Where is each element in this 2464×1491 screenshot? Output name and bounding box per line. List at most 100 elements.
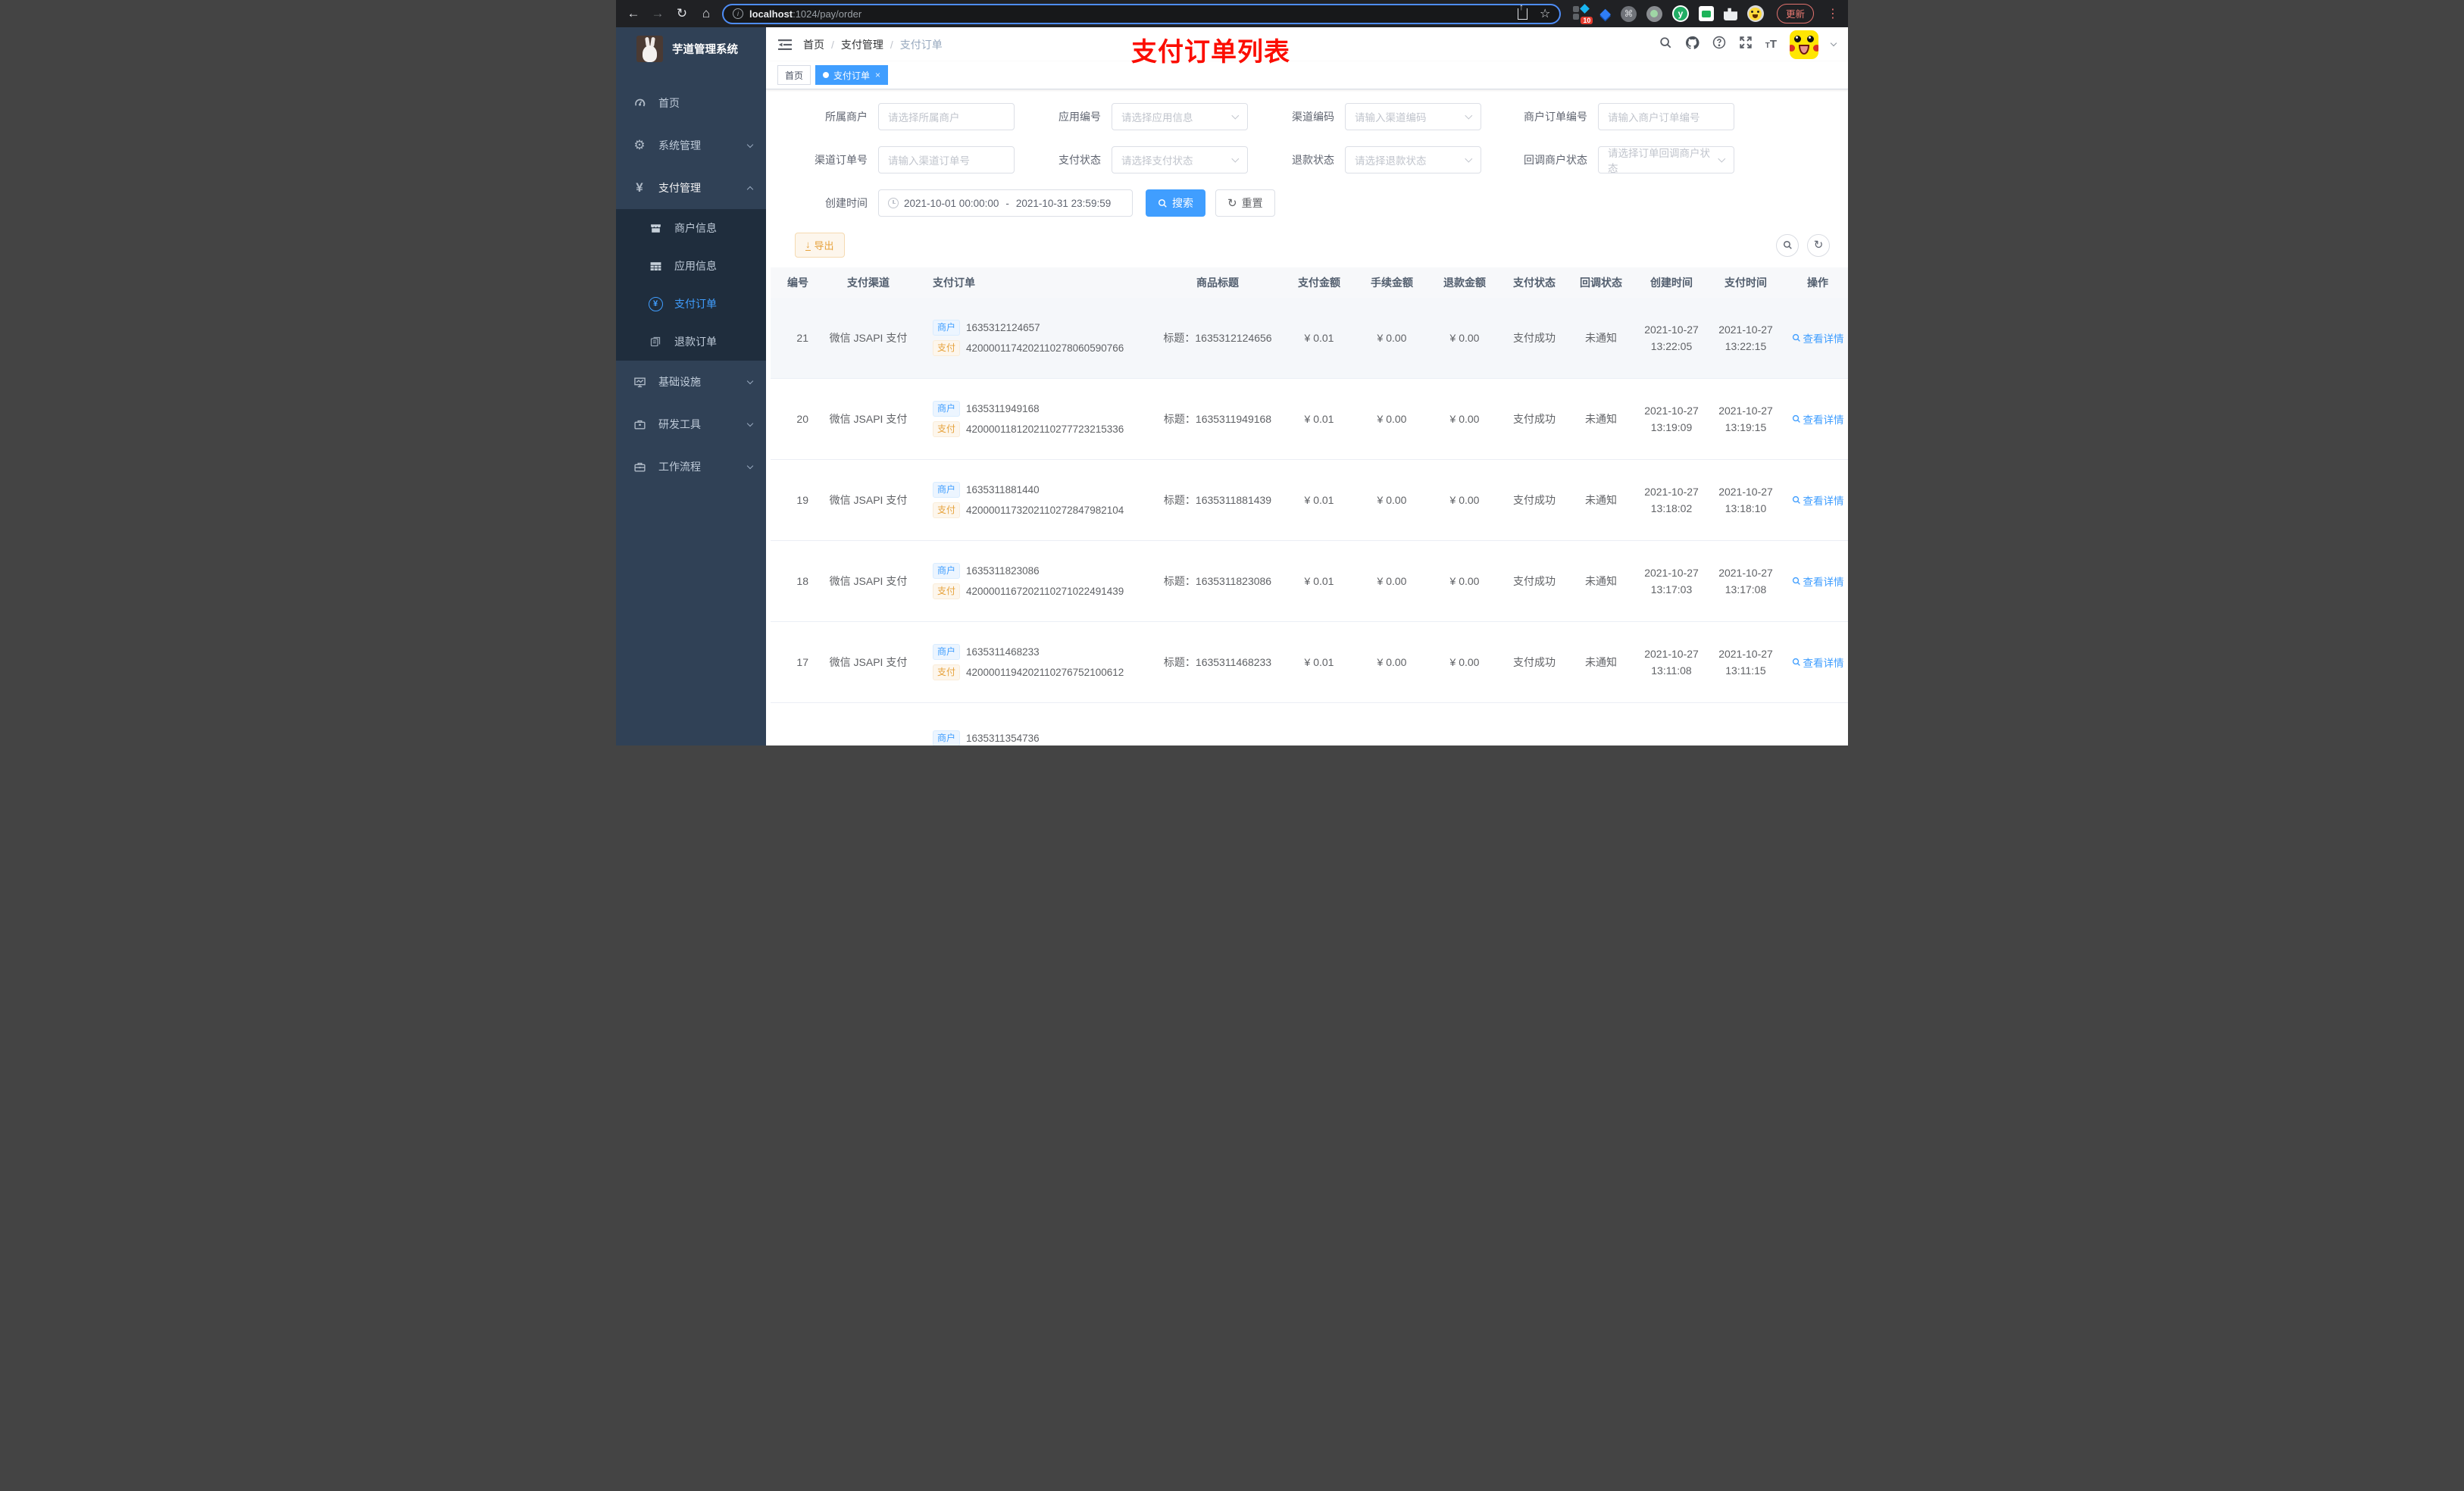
sidebar-item-infrastructure[interactable]: 基础设施: [616, 361, 766, 403]
back-icon[interactable]: ←: [625, 5, 642, 23]
chevron-down-icon: [746, 462, 754, 469]
chat-extension-icon[interactable]: [1698, 6, 1714, 21]
clock-icon: [888, 198, 899, 208]
merchant-order-no-input[interactable]: 请输入商户订单编号: [1598, 103, 1734, 130]
sidebar-item-payment[interactable]: ¥ 支付管理: [616, 167, 766, 209]
reload-icon[interactable]: ↻: [674, 5, 690, 23]
extension-icon[interactable]: 10: [1573, 4, 1593, 24]
merchant-badge: 商户: [933, 320, 961, 336]
puzzle-extensions-icon[interactable]: [1723, 8, 1737, 20]
sidebar-item-dev-tools[interactable]: 研发工具: [616, 403, 766, 445]
avatar-caret-icon[interactable]: [1830, 39, 1837, 46]
channel-order-no-input[interactable]: 请输入渠道订单号: [878, 146, 1015, 173]
pay-status: 支付成功: [1513, 494, 1556, 506]
table-row[interactable]: 17 微信 JSAPI 支付 商户 1635311468233 支付 4200001194…: [771, 622, 1848, 703]
view-detail-link[interactable]: 查看详情: [1792, 492, 1844, 508]
refresh-table-button[interactable]: ↻: [1807, 233, 1830, 257]
refund-status-select[interactable]: 请选择退款状态: [1345, 146, 1481, 173]
avatar[interactable]: [1790, 30, 1818, 59]
app-select[interactable]: 请选择应用信息: [1112, 103, 1248, 130]
pay-time: 2021-10-27 13:22:15: [1718, 323, 1773, 352]
pay-badge: 支付: [933, 502, 961, 518]
sidebar-item-home[interactable]: 首页: [616, 82, 766, 124]
toggle-search-button[interactable]: [1776, 233, 1799, 257]
chevron-down-icon: [1232, 111, 1240, 120]
kite-extension-icon[interactable]: ◆: [1599, 5, 1611, 23]
logo: 芋道管理系统: [616, 27, 766, 70]
filter-label: 创建时间: [825, 197, 868, 209]
github-icon[interactable]: [1685, 36, 1699, 54]
view-detail-link[interactable]: 查看详情: [1792, 655, 1844, 670]
search-icon[interactable]: [1659, 36, 1672, 53]
pay-order-cell: 商户 1635311881440 支付 42000011732021102728479…: [925, 478, 1152, 523]
tag-home[interactable]: 首页: [777, 65, 811, 85]
sidebar-item-system[interactable]: ⚙ 系统管理: [616, 124, 766, 167]
export-button[interactable]: ↓ 导出: [795, 233, 845, 258]
create-time-range-picker[interactable]: 2021-10-01 00:00:00 - 2021-10-31 23:59:5…: [878, 189, 1133, 217]
close-icon[interactable]: ×: [875, 70, 880, 80]
pay-status-select[interactable]: 请选择支付状态: [1112, 146, 1248, 173]
payment-submenu: 商户信息 应用信息 ¥ 支付订单 退款订单: [616, 209, 766, 361]
browser-update-button[interactable]: 更新: [1776, 4, 1814, 23]
view-detail-link[interactable]: 查看详情: [1792, 574, 1844, 589]
date-end: 2021-10-31 23:59:59: [1015, 197, 1112, 209]
share-icon[interactable]: [1518, 2, 1528, 20]
font-size-icon[interactable]: TT: [1765, 38, 1777, 51]
top-navbar: 首页 / 支付管理 / 支付订单 支付订单列表 TT: [766, 27, 1848, 67]
view-detail-link[interactable]: 查看详情: [1792, 330, 1844, 345]
chevron-down-icon: [746, 420, 754, 427]
tag-pay-order[interactable]: 支付订单 ×: [815, 65, 889, 85]
sidebar-item-pay-order[interactable]: ¥ 支付订单: [616, 285, 766, 323]
breadcrumb-home[interactable]: 首页: [803, 37, 824, 52]
browser-menu-icon[interactable]: ⋮: [1827, 6, 1839, 21]
hamburger-icon[interactable]: [778, 39, 792, 51]
search-button[interactable]: 搜索: [1146, 189, 1205, 217]
screen: ← → ↻ ⌂ i localhost:1024/pay/order ☆ 10 …: [616, 0, 1848, 746]
merchant-input[interactable]: 请选择所属商户: [878, 103, 1015, 130]
forward-icon[interactable]: →: [649, 5, 666, 23]
view-detail-link[interactable]: 查看详情: [1792, 411, 1844, 427]
sidebar-item-merchant-info[interactable]: 商户信息: [616, 209, 766, 247]
notify-status: 未通知: [1585, 575, 1617, 587]
bookmark-star-icon[interactable]: ☆: [1540, 6, 1550, 21]
breadcrumb-payment[interactable]: 支付管理: [841, 37, 883, 52]
sidebar-item-workflow[interactable]: 工作流程: [616, 445, 766, 488]
address-bar[interactable]: i localhost:1024/pay/order ☆: [722, 2, 1562, 24]
pay-channel: 微信 JSAPI 支付: [829, 332, 908, 344]
pay-amount: ¥ 0.01: [1304, 656, 1334, 668]
briefcase-icon: [632, 461, 647, 474]
channel-code-select[interactable]: 请输入渠道编码: [1345, 103, 1481, 130]
table-row[interactable]: 21 微信 JSAPI 支付 商户 1635312124657 支付 4200001174…: [771, 298, 1848, 379]
pay-status: 支付成功: [1513, 332, 1556, 344]
filter-label: 商户订单编号: [1524, 111, 1587, 123]
home-icon[interactable]: ⌂: [698, 5, 714, 23]
notify-status: 未通知: [1585, 656, 1617, 668]
command-extension-icon[interactable]: ⌘: [1620, 5, 1637, 22]
reset-button[interactable]: ↻ 重置: [1215, 189, 1275, 217]
product-title: 标题：1635311823086: [1163, 575, 1272, 587]
table-row[interactable]: 19 微信 JSAPI 支付 商户 1635311881440 支付 4200001173…: [771, 460, 1848, 541]
notify-status-select[interactable]: 请选择订单回调商户状态: [1598, 146, 1734, 174]
y-extension-icon[interactable]: y: [1671, 5, 1689, 22]
emoji-extension-icon[interactable]: [1746, 5, 1764, 22]
sidebar-item-app-info[interactable]: 应用信息: [616, 247, 766, 285]
chevron-down-icon: [1232, 155, 1240, 163]
sidebar-item-refund-order[interactable]: 退款订单: [616, 323, 766, 361]
pay-channel: 微信 JSAPI 支付: [829, 656, 908, 668]
fullscreen-icon[interactable]: [1739, 36, 1753, 53]
dot-extension-icon[interactable]: [1646, 5, 1662, 22]
table-row[interactable]: 18 微信 JSAPI 支付 商户 1635311823086 支付 4200001167…: [771, 541, 1848, 622]
table-row[interactable]: 商户 1635311354736: [771, 703, 1848, 746]
merchant-order-no: 1635311881440: [966, 484, 1040, 496]
merchant-badge: 商户: [933, 644, 961, 661]
site-info-icon[interactable]: i: [733, 8, 743, 19]
store-icon: [648, 222, 663, 235]
order-id: 17: [796, 656, 808, 668]
pay-order-no: 4200001174202110278060590766: [966, 342, 1124, 354]
table-row[interactable]: 20 微信 JSAPI 支付 商户 1635311949168 支付 4200001181…: [771, 379, 1848, 460]
filter-label: 回调商户状态: [1524, 154, 1587, 166]
order-id: 20: [796, 413, 808, 425]
refund-amount: ¥ 0.00: [1449, 413, 1480, 425]
help-icon[interactable]: [1712, 36, 1726, 53]
create-time: 2021-10-27 13:22:05: [1644, 323, 1699, 352]
